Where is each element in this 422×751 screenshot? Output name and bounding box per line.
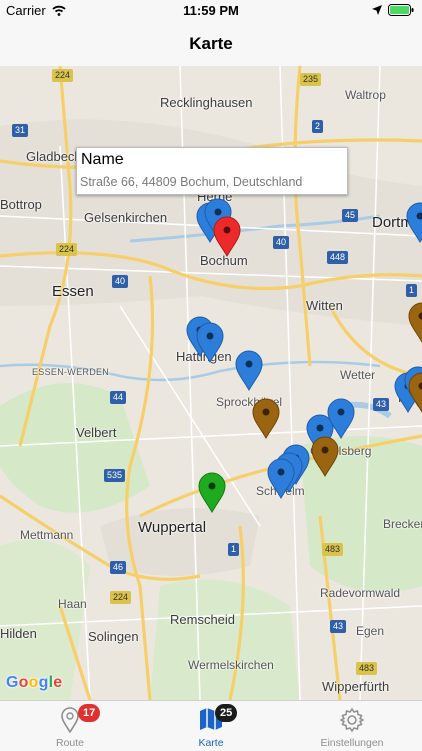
road-shield: 483 [322,543,343,556]
city-label: Velbert [76,425,116,440]
city-label: Solingen [88,629,139,644]
navigation-bar: Karte [0,22,422,67]
gear-icon [339,707,365,733]
city-label: Waltrop [345,88,386,102]
road-shield: 224 [52,69,73,82]
road-shield: 46 [110,561,126,574]
road-shield: 1 [228,543,239,556]
city-label: Bottrop [0,197,42,212]
location-arrow-icon [372,5,382,15]
city-label: Wuppertal [138,519,206,536]
city-label: Hilden [0,626,37,641]
road-shield: 43 [373,398,389,411]
road-shield: 1 [406,284,417,297]
tab-label: Route [0,737,140,749]
clock: 11:59 PM [0,3,422,18]
callout-address: Straße 66, 44809 Bochum, Deutschland [80,175,302,189]
road-shield: 44 [110,391,126,404]
map-pin-icon [60,707,80,733]
google-logo[interactable]: Google [6,674,62,692]
road-shield: 43 [330,620,346,633]
city-label: Bochum [200,253,248,268]
city-label: Haan [58,597,87,611]
road-shield: 224 [110,591,131,604]
city-label: Essen [52,283,94,300]
road-shield: 45 [342,209,358,222]
tab-label: Karte [141,737,281,749]
map-view[interactable]: Recklinghausen Waltrop Gladbeck Herne Bo… [0,66,422,700]
road-shield: 235 [300,73,321,86]
road-shield: 2 [312,120,323,133]
city-label: Breckerfeld [383,517,422,531]
city-label: Radevormwald [320,586,400,600]
tab-karte[interactable]: 25 Karte [141,701,281,751]
city-label: ESSEN-WERDEN [32,367,109,377]
city-label: Gladbeck [26,149,81,164]
status-bar: Carrier 11:59 PM [0,0,422,22]
road-shield: 40 [112,275,128,288]
road-shield: 535 [104,469,125,482]
city-label: Egen [356,624,384,638]
city-label: Remscheid [170,612,235,627]
city-label: Mettmann [20,528,73,542]
city-label: Wermelskirchen [188,658,274,672]
battery-icon [388,4,414,16]
road-shield: 448 [327,251,348,264]
city-label: Witten [306,298,343,313]
tab-label: Einstellungen [282,737,422,749]
road-shield: 31 [12,124,28,137]
callout-title: Name [81,151,124,169]
city-label: Wipperfürth [322,679,389,694]
road-shield: 40 [273,236,289,249]
karte-badge: 25 [215,704,237,722]
road-shield: 224 [56,243,77,256]
tab-route[interactable]: 17 Route [0,701,140,751]
city-label: Recklinghausen [160,95,253,110]
marker-callout[interactable]: Name Straße 66, 44809 Bochum, Deutschlan… [76,147,348,195]
page-title: Karte [0,34,422,54]
tab-einstellungen[interactable]: Einstellungen [282,701,422,751]
city-label: Gelsenkirchen [84,210,167,225]
route-badge: 17 [78,704,100,722]
tab-bar: 17 Route 25 Karte Einstellungen [0,700,422,751]
city-label: Wetter [340,368,375,382]
road-shield: 483 [356,662,377,675]
